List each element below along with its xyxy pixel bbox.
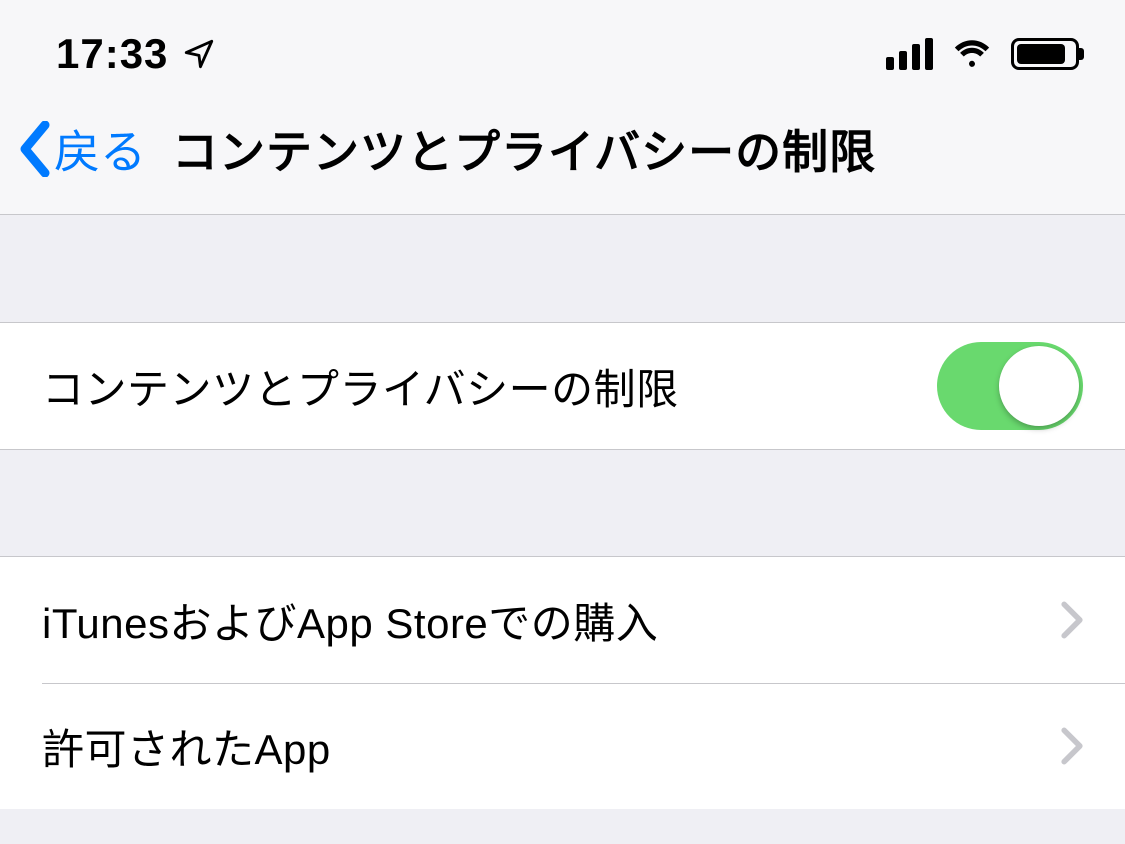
section-spacer	[0, 215, 1125, 323]
toggle-section: コンテンツとプライバシーの制限	[0, 323, 1125, 449]
page-title: コンテンツとプライバシーの制限	[172, 116, 876, 182]
row-label: 許可されたApp	[42, 716, 331, 777]
status-right	[886, 36, 1079, 73]
wifi-icon	[951, 36, 993, 73]
content-privacy-toggle-row: コンテンツとプライバシーの制限	[0, 323, 1125, 449]
row-label: iTunesおよびApp Storeでの購入	[42, 590, 658, 651]
chevron-right-icon	[1061, 601, 1083, 639]
status-bar: 17:33	[0, 0, 1125, 96]
chevron-right-icon	[1061, 727, 1083, 765]
status-time: 17:33	[56, 30, 168, 78]
section-spacer	[0, 449, 1125, 557]
cellular-icon	[886, 38, 933, 70]
content-privacy-toggle[interactable]	[937, 342, 1083, 430]
nav-header: 戻る コンテンツとプライバシーの制限	[0, 96, 1125, 215]
itunes-appstore-row[interactable]: iTunesおよびApp Storeでの購入	[0, 557, 1125, 683]
allowed-apps-row[interactable]: 許可されたApp	[0, 683, 1125, 809]
battery-icon	[1011, 38, 1079, 70]
toggle-label: コンテンツとプライバシーの制限	[42, 356, 679, 417]
back-button[interactable]: 戻る	[18, 116, 146, 182]
toggle-knob	[999, 346, 1079, 426]
links-section: iTunesおよびApp Storeでの購入 許可されたApp	[0, 557, 1125, 809]
status-left: 17:33	[56, 30, 216, 78]
back-label: 戻る	[54, 116, 146, 182]
chevron-left-icon	[18, 121, 52, 177]
location-icon	[182, 37, 216, 71]
